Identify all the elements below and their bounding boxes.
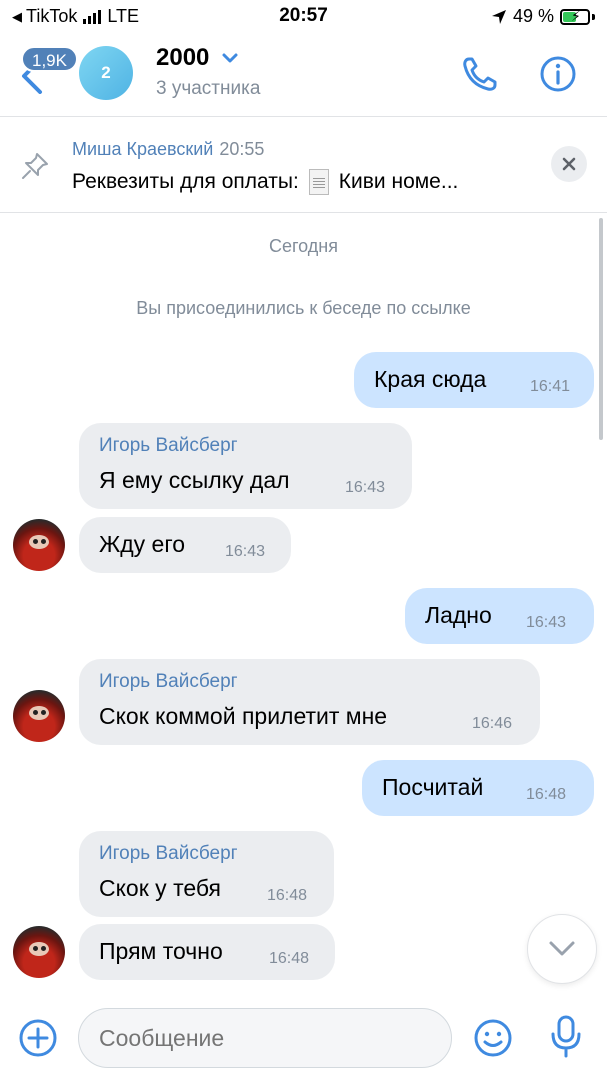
message-text: Я ему ссылку дал: [99, 467, 290, 493]
message-author[interactable]: Игорь Вайсберг: [99, 435, 238, 457]
message-time: 16:48: [267, 887, 308, 904]
receipt-emoji-icon: [308, 169, 329, 195]
message-bubble-incoming[interactable]: Прям точно 16:48: [79, 924, 335, 980]
pinned-author: Миша Краевский 20:55: [72, 139, 264, 160]
pinned-text: Реквезиты для оплаты: Киви номе...: [72, 169, 458, 195]
info-button[interactable]: [538, 54, 578, 94]
message-composer: [0, 996, 607, 1080]
message-text: Жду его: [99, 531, 186, 557]
message-time: 16:48: [269, 950, 310, 967]
pin-icon: [22, 153, 48, 179]
unread-count-badge[interactable]: 1,9K: [21, 46, 78, 72]
microphone-icon: [551, 1015, 581, 1058]
chat-title[interactable]: 2000: [156, 44, 239, 72]
pinned-author-name: Миша Краевский: [72, 139, 214, 159]
phone-icon: [463, 57, 497, 91]
status-bar: ◀ TikTok LTE 20:57 49 % ⚡: [0, 0, 607, 34]
message-bubble-incoming[interactable]: Игорь Вайсберг Скок у тебя 16:48: [79, 831, 334, 917]
message-bubble-outgoing[interactable]: Посчитай 16:48: [362, 760, 594, 816]
message-text: Скок у тебя: [99, 875, 221, 901]
message-text: Прям точно: [99, 938, 223, 964]
message-time: 16:48: [526, 786, 567, 803]
message-time: 16:43: [526, 614, 567, 631]
attach-button[interactable]: [18, 1018, 58, 1058]
battery-cap: [592, 13, 595, 20]
message-input[interactable]: [78, 1008, 452, 1068]
battery-icon: ⚡: [560, 8, 590, 25]
sender-avatar[interactable]: [13, 926, 65, 978]
message-time: 16:46: [472, 715, 513, 732]
message-time: 16:43: [225, 543, 266, 560]
pinned-time: 20:55: [219, 139, 265, 159]
message-text: Скок коммой прилетит мне: [99, 703, 388, 729]
system-message: Вы присоединились к беседе по ссылке: [136, 298, 471, 318]
battery-percent: 49 %: [512, 6, 554, 26]
date-separator: Сегодня: [269, 236, 338, 256]
voice-message-button[interactable]: [546, 1014, 586, 1060]
sender-avatar[interactable]: [13, 519, 65, 571]
message-text: Посчитай: [382, 774, 484, 800]
plus-icon: [19, 1019, 57, 1057]
message-time: 16:43: [345, 479, 386, 496]
message-text: Края сюда: [374, 366, 487, 392]
chevron-down-icon: [549, 941, 575, 956]
message-bubble-outgoing[interactable]: Ладно 16:43: [405, 588, 594, 644]
emoji-button[interactable]: [473, 1018, 513, 1058]
call-button[interactable]: [460, 54, 500, 94]
chat-header: 1,9K 2 2000 3 участника: [0, 34, 607, 116]
sender-avatar[interactable]: [13, 690, 65, 742]
info-icon: [540, 56, 576, 92]
message-author[interactable]: Игорь Вайсберг: [99, 843, 238, 865]
message-bubble-incoming[interactable]: Игорь Вайсберг Я ему ссылку дал 16:43: [79, 423, 412, 509]
unpin-close-button[interactable]: [551, 146, 587, 182]
pinned-text-start: Реквезиты для оплаты:: [72, 170, 299, 193]
chat-subtitle: 3 участника: [156, 78, 261, 99]
emoji-icon: [474, 1019, 512, 1057]
message-text: Ладно: [425, 602, 492, 628]
message-author[interactable]: Игорь Вайсберг: [99, 671, 238, 693]
status-right: 49 % ⚡: [491, 6, 595, 27]
message-time: 16:41: [530, 378, 571, 395]
message-bubble-incoming[interactable]: Жду его 16:43: [79, 517, 291, 573]
pinned-message[interactable]: Миша Краевский 20:55 Реквезиты для оплаты…: [0, 116, 607, 213]
scroll-to-bottom-button[interactable]: [527, 914, 597, 984]
message-bubble-outgoing[interactable]: Края сюда 16:41: [354, 352, 594, 408]
location-arrow-icon: [491, 9, 506, 24]
pinned-text-end: Киви номе...: [338, 170, 459, 193]
message-bubble-incoming[interactable]: Игорь Вайсберг Скок коммой прилетит мне …: [79, 659, 540, 745]
chat-title-text: 2000: [156, 44, 210, 71]
chevron-down-icon: [222, 53, 238, 63]
close-icon: [562, 157, 576, 171]
chat-avatar[interactable]: 2: [79, 46, 133, 100]
